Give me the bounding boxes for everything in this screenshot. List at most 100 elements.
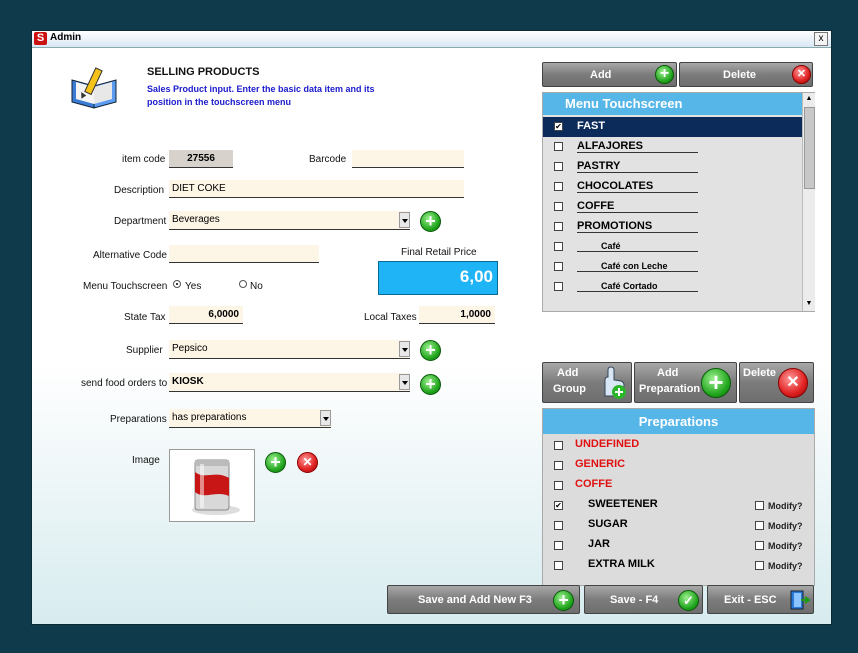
form-content: SELLING PRODUCTS Sales Product input. En…: [32, 48, 831, 624]
delete-preparation-button[interactable]: Delete ✕: [739, 362, 814, 403]
menu-touchscreen-title: Menu Touchscreen: [543, 93, 802, 115]
menu-item[interactable]: Café Cortado: [543, 277, 802, 297]
preparations-panel: Preparations UNDEFINED GENERIC COFFE ✔ SWEET…: [542, 408, 815, 586]
menu-item-label: Café: [577, 241, 698, 252]
plus-icon: +: [655, 65, 674, 84]
admin-window: S Admin x SELLING PRODUCTS Sales Product…: [31, 30, 832, 625]
state-tax-field[interactable]: 6,0000: [169, 306, 243, 324]
prep-item-label[interactable]: JAR: [588, 538, 610, 550]
chevron-down-icon[interactable]: [320, 410, 331, 426]
menu-scrollbar[interactable]: ▲ ▼: [802, 93, 815, 311]
chevron-down-icon[interactable]: [399, 374, 410, 390]
description-field[interactable]: DIET COKE: [169, 180, 464, 198]
local-tax-label: Local Taxes: [364, 312, 417, 323]
department-label: Department: [114, 216, 167, 227]
scroll-down-arrow-icon[interactable]: ▼: [804, 299, 814, 309]
chevron-down-icon[interactable]: [399, 341, 410, 357]
menu-item[interactable]: Café: [543, 237, 802, 257]
close-button[interactable]: x: [814, 32, 828, 46]
preparations-value: has preparations: [172, 412, 247, 423]
preparations-title: Preparations: [543, 409, 814, 434]
delete-image-x-icon[interactable]: ✕: [297, 452, 318, 473]
add-department-plus-icon[interactable]: +: [420, 211, 441, 232]
description-label: Description: [114, 185, 165, 196]
menu-item[interactable]: ✔ FAST: [543, 117, 802, 137]
add-image-plus-icon[interactable]: +: [265, 452, 286, 473]
check-icon: ✓: [678, 590, 699, 611]
add-group-button[interactable]: Add Group: [542, 362, 632, 403]
prep-group-checkbox[interactable]: [554, 441, 563, 450]
prep-group-label[interactable]: UNDEFINED: [575, 438, 639, 450]
menu-item-checkbox[interactable]: [554, 142, 563, 151]
prep-item-label[interactable]: SWEETENER: [588, 498, 658, 510]
yes-radio[interactable]: [173, 280, 181, 288]
chevron-down-icon[interactable]: [399, 212, 410, 228]
add-menu-button[interactable]: Add +: [542, 62, 677, 87]
state-tax-label: State Tax: [124, 312, 166, 323]
menu-item[interactable]: ALFAJORES: [543, 137, 802, 157]
menu-item[interactable]: PASTRY: [543, 157, 802, 177]
alt-code-field[interactable]: [169, 245, 319, 263]
preparations-select[interactable]: has preparations: [169, 409, 331, 428]
save-and-add-new-button[interactable]: Save and Add New F3 +: [387, 585, 580, 614]
prep-group-checkbox[interactable]: [554, 481, 563, 490]
prep-item-checkbox[interactable]: [554, 561, 563, 570]
department-select[interactable]: Beverages: [169, 211, 410, 230]
image-label: Image: [132, 455, 160, 466]
modify-checkbox[interactable]: [755, 561, 764, 570]
preparations-label: Preparations: [110, 414, 167, 425]
modify-checkbox[interactable]: [755, 501, 764, 510]
yes-radio-label: Yes: [185, 281, 202, 292]
menu-item[interactable]: PROMOTIONS: [543, 217, 802, 237]
prep-group-checkbox[interactable]: [554, 461, 563, 470]
exit-button[interactable]: Exit - ESC: [707, 585, 814, 614]
menu-item-checkbox[interactable]: [554, 242, 563, 251]
delete-menu-button[interactable]: Delete ✕: [679, 62, 813, 87]
final-price-field[interactable]: 6,00: [378, 261, 498, 295]
menu-item[interactable]: CHOCOLATES: [543, 177, 802, 197]
prep-item-checkbox[interactable]: ✔: [554, 501, 563, 510]
prep-group-label[interactable]: COFFE: [575, 478, 612, 490]
supplier-select[interactable]: Pepsico: [169, 340, 410, 359]
department-value: Beverages: [172, 214, 220, 225]
menu-item-checkbox[interactable]: [554, 182, 563, 191]
barcode-field[interactable]: [352, 150, 464, 168]
menu-item-checkbox[interactable]: [554, 262, 563, 271]
menu-item[interactable]: Café con Leche: [543, 257, 802, 277]
supplier-value: Pepsico: [172, 343, 208, 354]
add-preparation-button[interactable]: Add Preparation +: [634, 362, 737, 403]
modify-checkbox[interactable]: [755, 541, 764, 550]
send-food-select[interactable]: KIOSK: [169, 373, 410, 392]
add-send-food-plus-icon[interactable]: +: [420, 374, 441, 395]
no-radio-label: No: [250, 281, 263, 292]
modify-label: Modify?: [768, 561, 803, 571]
delete-x-icon: ✕: [792, 65, 811, 84]
menu-item[interactable]: COFFE: [543, 197, 802, 217]
scroll-thumb[interactable]: [804, 107, 815, 189]
prep-item-checkbox[interactable]: [554, 521, 563, 530]
save-button[interactable]: Save - F4 ✓: [584, 585, 703, 614]
plus-icon: +: [553, 590, 574, 611]
menu-item-checkbox[interactable]: [554, 202, 563, 211]
prep-item-label[interactable]: SUGAR: [588, 518, 628, 530]
send-food-value: KIOSK: [172, 376, 204, 387]
prep-item-label[interactable]: EXTRA MILK: [588, 558, 655, 570]
modify-label: Modify?: [768, 501, 803, 511]
menu-item-checkbox[interactable]: [554, 282, 563, 291]
modify-label: Modify?: [768, 541, 803, 551]
delete-x-icon: ✕: [778, 368, 808, 398]
prep-item-checkbox[interactable]: [554, 541, 563, 550]
menu-item-checkbox[interactable]: ✔: [554, 122, 563, 131]
prep-group-label[interactable]: GENERIC: [575, 458, 625, 470]
menu-item-label: COFFE: [577, 200, 698, 213]
page-subtitle-line1: Sales Product input. Enter the basic dat…: [147, 84, 375, 94]
item-code-label: item code: [122, 154, 166, 165]
local-tax-field[interactable]: 1,0000: [419, 306, 495, 324]
scroll-up-arrow-icon[interactable]: ▲: [804, 94, 814, 104]
no-radio[interactable]: [239, 280, 247, 288]
menu-item-checkbox[interactable]: [554, 222, 563, 231]
add-supplier-plus-icon[interactable]: +: [420, 340, 441, 361]
item-code-field[interactable]: 27556: [169, 150, 233, 168]
modify-checkbox[interactable]: [755, 521, 764, 530]
menu-item-checkbox[interactable]: [554, 162, 563, 171]
